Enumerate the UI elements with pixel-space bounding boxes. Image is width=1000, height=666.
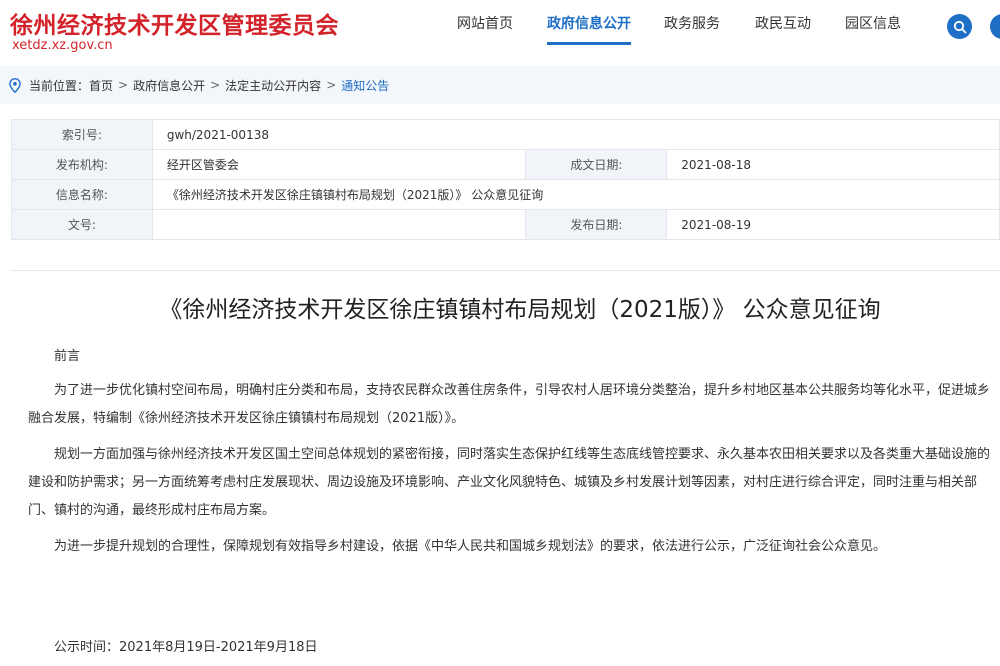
- article-paragraph: 前言: [54, 349, 81, 364]
- content-divider: [11, 270, 1000, 271]
- article-paragraph: 为进一步提升规划的合理性，保障规划有效指导乡村建设，依据《中华人民共和国城乡规划…: [54, 539, 887, 554]
- article-paragraph: 规划一方面加强与徐州经济技术开发区国土空间总体规划的紧密衔接，同时落实生态保护红…: [28, 447, 991, 518]
- nav-park-info[interactable]: 园区信息: [845, 0, 901, 50]
- org-value: 经开区管委会: [151, 149, 527, 180]
- article-body: 前言 为了进一步优化镇村空间布局，明确村庄分类和布局，支持农民群众改善住房条件，…: [28, 343, 1000, 569]
- meta-row-index: 索引号: gwh/2021-00138: [11, 119, 1000, 150]
- publish-date-label: 发布日期:: [525, 209, 668, 240]
- info-name-value: 《徐州经济技术开发区徐庄镇镇村布局规划（2021版）》 公众意见征询: [151, 179, 1000, 210]
- article-title: 《徐州经济技术开发区徐庄镇镇村布局规划（2021版）》 公众意见征询: [159, 297, 881, 323]
- nav-home[interactable]: 网站首页: [457, 0, 513, 50]
- location-pin-icon: [9, 77, 21, 93]
- site-title[interactable]: 徐州经济技术开发区管理委员会: [10, 6, 339, 40]
- more-button[interactable]: [990, 14, 1000, 39]
- search-icon: [953, 20, 966, 33]
- index-value: gwh/2021-00138: [151, 119, 1000, 150]
- nav-gov-info[interactable]: 政府信息公开: [547, 0, 631, 50]
- breadcrumb: 当前位置： 首页 > 政府信息公开 > 法定主动公开内容 > 通知公告: [0, 66, 1000, 104]
- nav-services[interactable]: 政务服务: [664, 0, 720, 50]
- index-label: 索引号:: [11, 119, 153, 150]
- breadcrumb-item-home[interactable]: 首页: [89, 77, 113, 94]
- search-button[interactable]: [947, 14, 972, 39]
- site-header: 徐州经济技术开发区管理委员会 xetdz.xz.gov.cn 网站首页 政府信息…: [0, 0, 1000, 66]
- info-meta-table: 索引号: gwh/2021-00138 发布机构: 经开区管委会 成文日期: 2…: [11, 119, 1000, 240]
- breadcrumb-item-notices[interactable]: 通知公告: [341, 77, 389, 94]
- meta-row-org: 发布机构: 经开区管委会 成文日期: 2021-08-18: [11, 149, 1000, 180]
- site-domain: xetdz.xz.gov.cn: [12, 38, 113, 53]
- info-name-label: 信息名称:: [11, 179, 153, 210]
- doc-number-value: [151, 209, 527, 240]
- notice-period: 公示时间：2021年8月19日-2021年9月18日: [54, 640, 318, 655]
- main-nav: 网站首页 政府信息公开 政务服务 政民互动 园区信息: [440, 0, 901, 50]
- breadcrumb-separator: >: [326, 78, 337, 92]
- article-paragraph: 为了进一步优化镇村空间布局，明确村庄分类和布局，支持农民群众改善住房条件，引导农…: [28, 383, 991, 426]
- meta-row-name: 信息名称: 《徐州经济技术开发区徐庄镇镇村布局规划（2021版）》 公众意见征询: [11, 179, 1000, 210]
- created-date-label: 成文日期:: [525, 149, 668, 180]
- breadcrumb-separator: >: [118, 78, 129, 92]
- doc-number-label: 文号:: [11, 209, 153, 240]
- breadcrumb-separator: >: [210, 78, 221, 92]
- breadcrumb-item-gov-info[interactable]: 政府信息公开: [133, 77, 205, 94]
- org-label: 发布机构:: [11, 149, 153, 180]
- nav-interaction[interactable]: 政民互动: [755, 0, 811, 50]
- publish-date-value: 2021-08-19: [666, 209, 1000, 240]
- meta-row-docno: 文号: 发布日期: 2021-08-19: [11, 209, 1000, 240]
- breadcrumb-item-statutory[interactable]: 法定主动公开内容: [225, 77, 321, 94]
- created-date-value: 2021-08-18: [666, 149, 1000, 180]
- breadcrumb-prefix: 当前位置：: [29, 78, 90, 93]
